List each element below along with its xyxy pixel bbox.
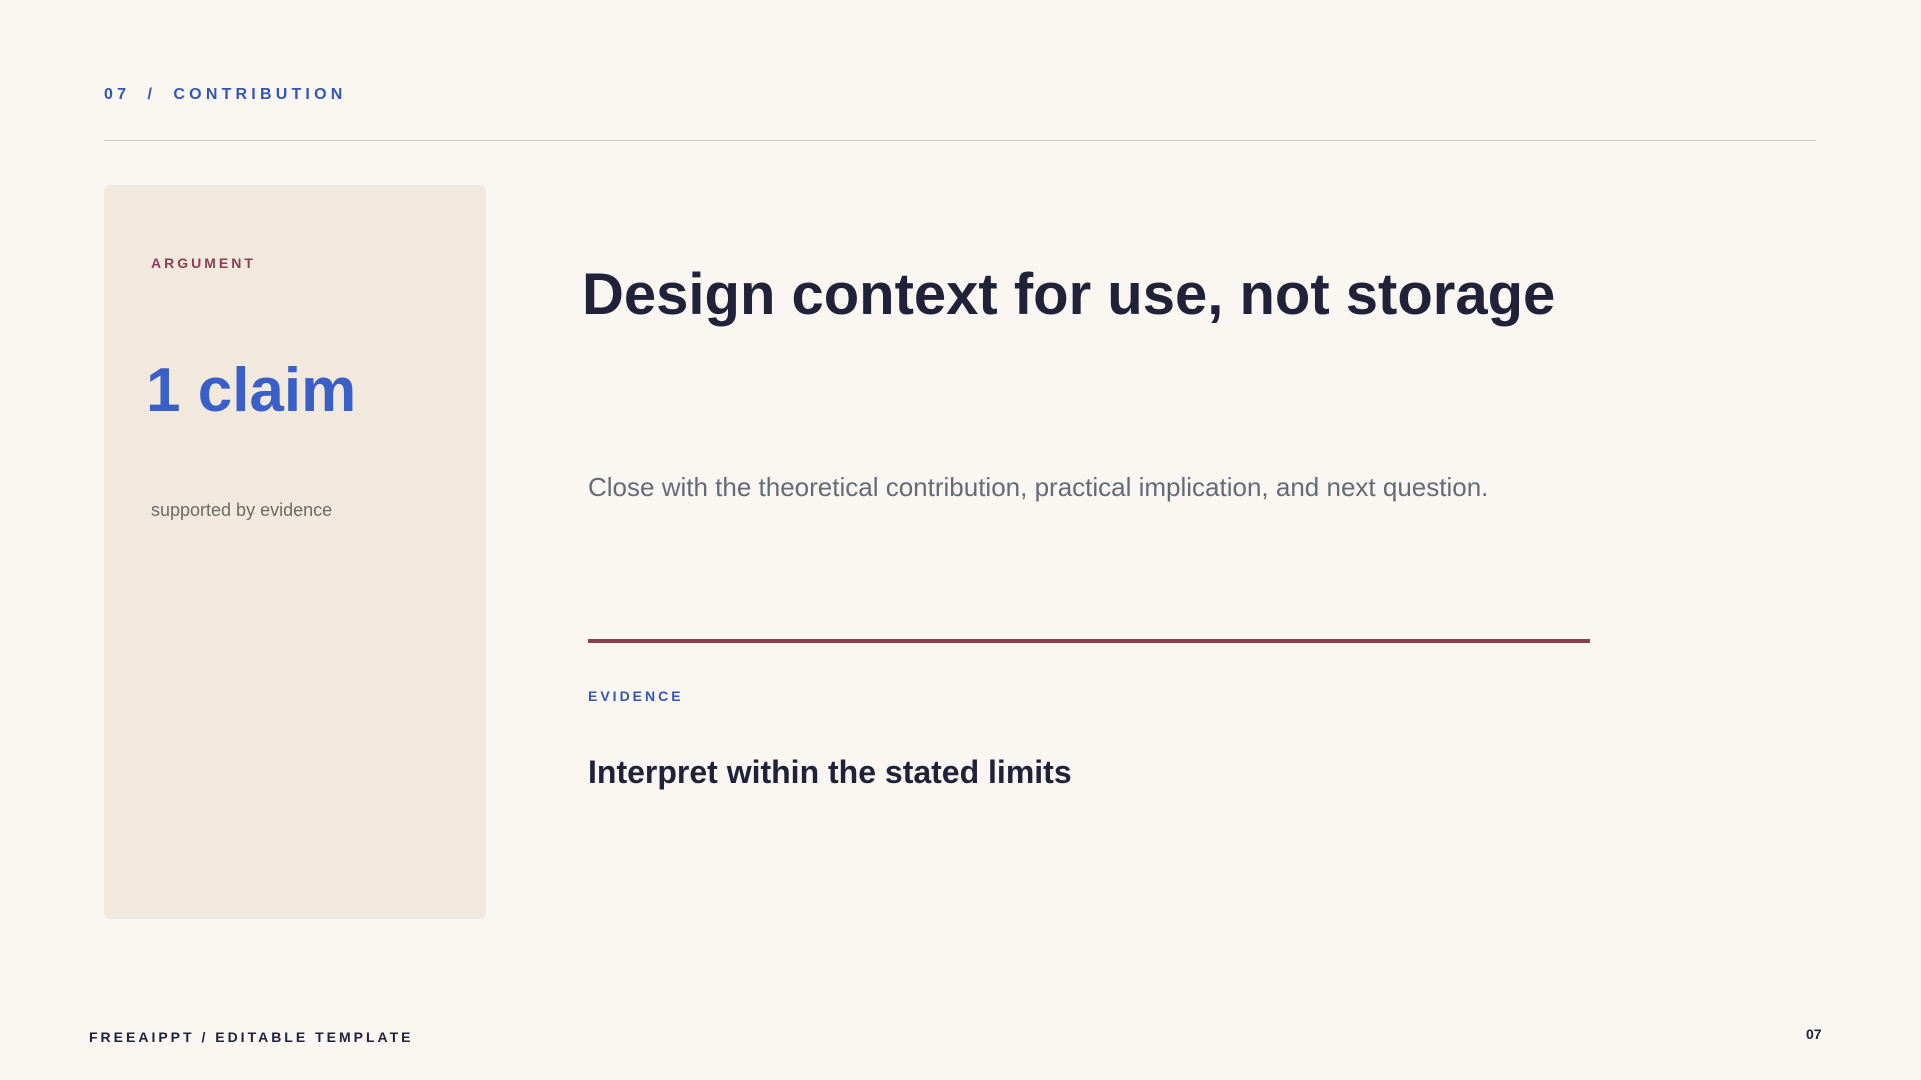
slide-title: Design context for use, not storage [582, 262, 1556, 327]
evidence-label: EVIDENCE [588, 688, 684, 704]
page-number: 07 [1806, 1026, 1822, 1042]
slide-subtitle: Close with the theoretical contribution,… [588, 472, 1489, 502]
claim-caption: supported by evidence [151, 500, 333, 520]
evidence-statement: Interpret within the stated limits [588, 754, 1072, 790]
accent-divider [588, 639, 1590, 643]
argument-card: ARGUMENT 1 claim supported by evidence [104, 185, 486, 919]
claim-metric: 1 claim [146, 356, 357, 425]
argument-label: ARGUMENT [151, 255, 256, 271]
header-divider [104, 140, 1816, 141]
section-label: 07 / CONTRIBUTION [104, 86, 347, 103]
footer-brand: FREEAIPPT / EDITABLE TEMPLATE [89, 1029, 414, 1045]
